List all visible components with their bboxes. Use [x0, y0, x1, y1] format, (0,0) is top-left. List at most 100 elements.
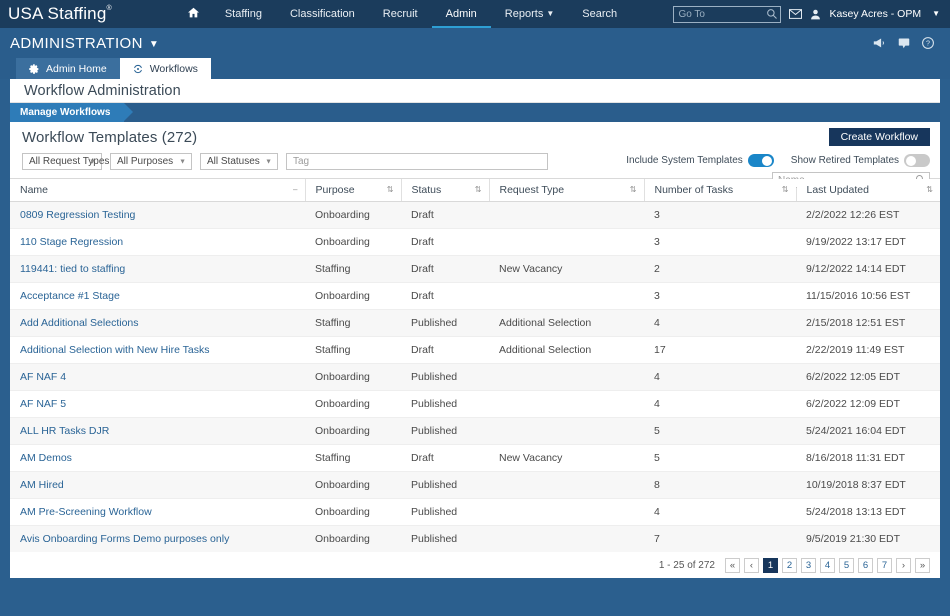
cell-last-updated: 11/15/2016 10:56 EST — [796, 282, 940, 310]
subtab-manage-workflows[interactable]: Manage Workflows — [10, 103, 134, 122]
sort-icon[interactable]: ⇅ — [630, 186, 637, 194]
sort-icon[interactable]: ⇅ — [782, 186, 789, 194]
workflow-template-link[interactable]: AM Demos — [20, 452, 72, 464]
cell-status: Draft — [401, 282, 489, 310]
pagination-last[interactable]: » — [915, 557, 930, 573]
cell-request-type — [489, 498, 644, 526]
column-header-request-type[interactable]: Request Type ⇅ — [488, 178, 644, 202]
table-row[interactable]: ALL HR Tasks DJR Onboarding Published 5 5/24… — [10, 417, 940, 445]
workflow-template-link[interactable]: AM Hired — [20, 479, 64, 491]
toggle-row: Include System Templates Show Retired Te… — [616, 154, 930, 167]
administration-chevron-down-icon[interactable]: ▼ — [149, 39, 159, 50]
include-system-templates-toggle[interactable] — [747, 154, 774, 167]
pagination-page-3[interactable]: 3 — [801, 557, 816, 573]
table-row[interactable]: AM Demos Staffing Draft New Vacancy 5 8/16/20… — [10, 444, 940, 472]
envelope-icon[interactable] — [789, 9, 803, 19]
pagination-next[interactable]: › — [896, 557, 911, 573]
tab-workflows[interactable]: Workflows — [119, 58, 211, 79]
cell-status: Draft — [401, 255, 489, 283]
table-row[interactable]: AM Hired Onboarding Published 8 10/19/2018 8… — [10, 471, 940, 499]
include-system-templates-group: Include System Templates — [626, 154, 774, 167]
usa-staffing-logo[interactable]: USA Staffing® — [8, 4, 118, 24]
pagination-page-1[interactable]: 1 — [763, 557, 778, 573]
nav-home[interactable] — [176, 0, 211, 28]
cell-number-of-tasks: 3 — [644, 228, 796, 256]
workflow-template-link[interactable]: 110 Stage Regression — [20, 236, 123, 248]
nav-classification[interactable]: Classification — [276, 0, 369, 28]
request-type-filter[interactable]: All Request Types ▼ — [22, 153, 109, 170]
cell-name: AM Hired — [10, 471, 305, 499]
tag-input[interactable] — [286, 153, 548, 170]
table-row[interactable]: AF NAF 5 Onboarding Published 4 6/2/2022 12:… — [10, 390, 940, 418]
column-header-last-updated[interactable]: Last Updated ⇅ — [795, 178, 940, 202]
pagination-page-2[interactable]: 2 — [782, 557, 797, 573]
show-retired-templates-toggle[interactable] — [904, 154, 930, 167]
cell-last-updated: 9/19/2022 13:17 EDT — [796, 228, 940, 256]
table-row[interactable]: 119441: tied to staffing Staffing Draft New… — [10, 255, 940, 283]
user-menu-chevron-down-icon[interactable]: ▼ — [932, 9, 940, 18]
column-header-purpose[interactable]: Purpose ⇅ — [304, 178, 401, 202]
column-header-name[interactable]: Name – — [10, 178, 305, 202]
tab-admin-home[interactable]: Admin Home — [16, 58, 120, 79]
pagination-first[interactable]: « — [725, 557, 740, 573]
tab-strip: Admin Home Workflows — [0, 58, 950, 79]
workflow-template-link[interactable]: 119441: tied to staffing — [20, 263, 125, 275]
table-row[interactable]: Add Additional Selections Staffing Publish… — [10, 309, 940, 337]
nav-search[interactable]: Search — [568, 0, 631, 28]
workflow-template-link[interactable]: AF NAF 4 — [20, 371, 66, 383]
workflow-template-link[interactable]: ALL HR Tasks DJR — [20, 425, 109, 437]
workflow-template-link[interactable]: AM Pre-Screening Workflow — [20, 506, 152, 518]
pagination-page-6[interactable]: 6 — [858, 557, 873, 573]
cell-request-type: Additional Selection — [489, 309, 644, 337]
announcement-icon[interactable] — [873, 37, 886, 49]
help-icon[interactable]: ? — [922, 37, 934, 49]
administration-title[interactable]: ADMINISTRATION ▼ — [10, 35, 159, 52]
nav-recruit[interactable]: Recruit — [369, 0, 432, 28]
toggle-knob — [905, 155, 916, 166]
goto-input[interactable] — [673, 5, 782, 23]
sort-icon[interactable]: ⇅ — [475, 186, 482, 194]
purpose-filter-label: All Purposes — [117, 156, 174, 167]
pagination-page-7[interactable]: 7 — [877, 557, 892, 573]
pagination-prev[interactable]: ‹ — [744, 557, 759, 573]
purpose-filter[interactable]: All Purposes ▼ — [110, 153, 192, 170]
cell-request-type — [489, 282, 644, 310]
column-header-request-type-label: Request Type — [499, 184, 565, 196]
chevron-down-icon: ▼ — [179, 158, 186, 165]
footer-spacer — [0, 578, 950, 588]
workflow-template-link[interactable]: Acceptance #1 Stage — [20, 290, 120, 302]
column-header-name-label: Name — [20, 184, 49, 196]
table-row[interactable]: Avis Onboarding Forms Demo purposes only… — [10, 525, 940, 553]
workflow-template-link[interactable]: Add Additional Selections — [20, 317, 139, 329]
status-filter[interactable]: All Statuses ▼ — [200, 153, 278, 170]
cell-status: Published — [401, 498, 489, 526]
workflow-template-link[interactable]: 0809 Regression Testing — [20, 209, 135, 221]
column-header-number-of-tasks[interactable]: Number of Tasks ⇅ — [643, 178, 796, 202]
table-row[interactable]: 0809 Regression Testing Onboarding Draft 3 2… — [10, 201, 940, 229]
table-row[interactable]: Additional Selection with New Hire Tasks… — [10, 336, 940, 364]
sort-icon[interactable]: ⇅ — [926, 186, 933, 194]
cell-last-updated: 10/19/2018 8:37 EDT — [796, 471, 940, 499]
pagination-page-5[interactable]: 5 — [839, 557, 854, 573]
table-row[interactable]: Acceptance #1 Stage Onboarding Draft 3 11/15… — [10, 282, 940, 310]
workflow-template-link[interactable]: Additional Selection with New Hire Tasks — [20, 344, 209, 356]
table-row[interactable]: 110 Stage Regression Onboarding Draft 3 9/19… — [10, 228, 940, 256]
cell-number-of-tasks: 8 — [644, 471, 796, 499]
tab-workflows-label: Workflows — [149, 62, 198, 75]
nav-reports[interactable]: Reports ▼ — [491, 0, 568, 28]
user-name-label[interactable]: Kasey Acres - OPM — [829, 8, 921, 20]
create-workflow-button[interactable]: Create Workflow — [828, 128, 930, 146]
workflow-template-link[interactable]: AF NAF 5 — [20, 398, 66, 410]
sort-icon[interactable]: ⇅ — [387, 186, 394, 194]
chevron-down-icon: ▼ — [265, 158, 272, 165]
chat-icon[interactable] — [898, 37, 910, 49]
workflow-template-link[interactable]: Avis Onboarding Forms Demo purposes only — [20, 533, 229, 545]
nav-staffing[interactable]: Staffing — [211, 0, 276, 28]
column-header-status[interactable]: Status ⇅ — [400, 178, 489, 202]
show-retired-templates-group: Show Retired Templates — [791, 154, 930, 167]
table-row[interactable]: AM Pre-Screening Workflow Onboarding Publi… — [10, 498, 940, 526]
nav-admin[interactable]: Admin — [432, 0, 491, 28]
table-row[interactable]: AF NAF 4 Onboarding Published 4 6/2/2022 12:… — [10, 363, 940, 391]
pagination-page-4[interactable]: 4 — [820, 557, 835, 573]
sort-icon[interactable]: – — [293, 186, 297, 194]
